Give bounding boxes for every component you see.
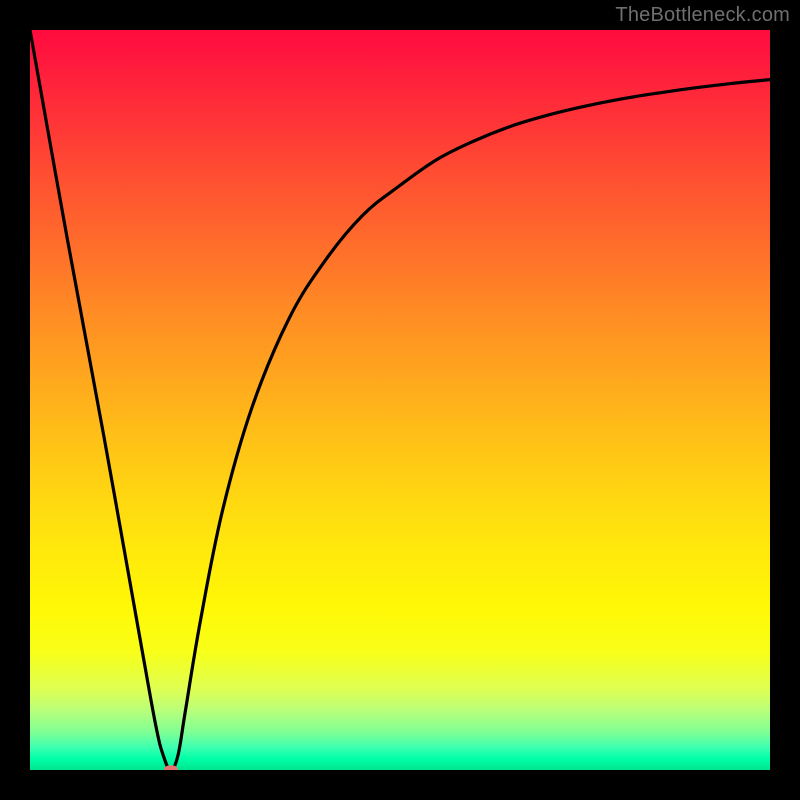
curve-svg: [30, 30, 770, 770]
plot-area: [30, 30, 770, 770]
valley-marker: [164, 766, 178, 771]
attribution-text: TheBottleneck.com: [615, 4, 790, 27]
bottleneck-curve-path: [30, 30, 770, 770]
chart-frame: TheBottleneck.com: [0, 0, 800, 800]
